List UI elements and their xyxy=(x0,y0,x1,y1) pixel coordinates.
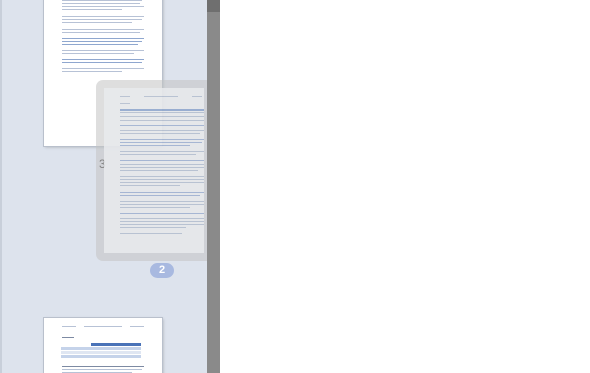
pane-divider xyxy=(0,0,2,373)
dragged-page-thumbnail[interactable] xyxy=(104,88,204,253)
dragged-page-number-badge: 2 xyxy=(150,263,174,278)
page-thumbnail-next[interactable] xyxy=(44,318,162,373)
mini-table xyxy=(61,343,141,361)
document-canvas[interactable] xyxy=(220,0,590,373)
scrollbar-thumb[interactable] xyxy=(207,0,220,12)
thumbnail-pane-scrollbar[interactable] xyxy=(207,0,220,373)
page-thumbnails-pane: 3 2 xyxy=(0,0,207,373)
